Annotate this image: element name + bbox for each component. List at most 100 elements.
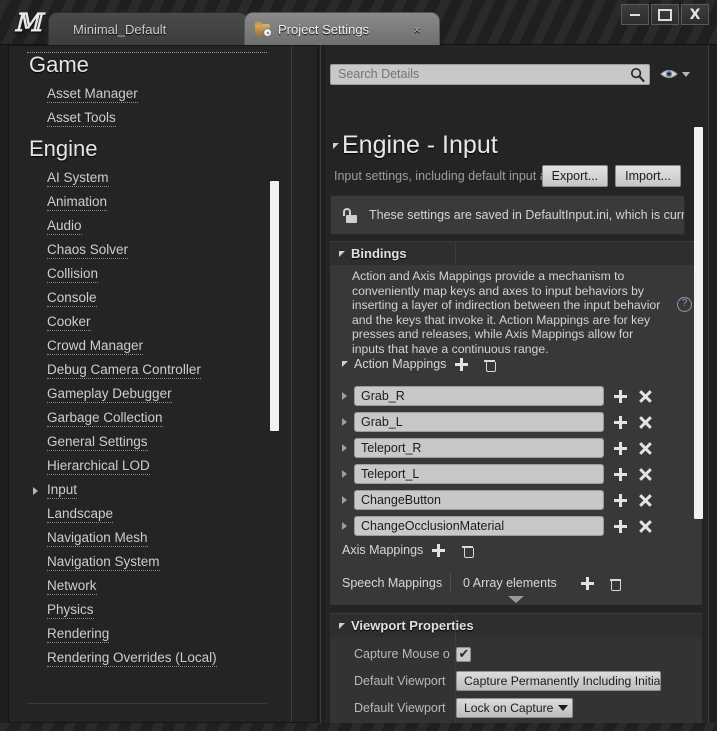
add-key-icon[interactable]	[614, 415, 627, 429]
collapse-triangle-icon[interactable]	[342, 361, 348, 367]
unlock-icon[interactable]	[343, 207, 357, 223]
viewport-mouse-capture-mode-dropdown[interactable]: Capture Permanently Including Initia	[456, 671, 661, 691]
section-header-viewport-properties[interactable]: Viewport Properties	[330, 613, 702, 637]
help-icon[interactable]: ?	[677, 297, 692, 312]
remove-mapping-icon[interactable]	[639, 442, 652, 455]
search-icon[interactable]	[630, 67, 645, 82]
sidebar-item-gameplay-debugger[interactable]: Gameplay Debugger	[9, 382, 281, 406]
sidebar-item-navigation-mesh[interactable]: Navigation Mesh	[9, 526, 281, 550]
add-key-icon[interactable]	[614, 467, 627, 481]
action-mapping-name-input[interactable]	[354, 412, 604, 432]
sidebar-item-garbage-collection[interactable]: Garbage Collection	[9, 406, 281, 430]
expand-triangle-icon[interactable]	[342, 496, 347, 504]
expand-triangle-icon[interactable]	[342, 470, 347, 478]
details-scrollbar[interactable]	[694, 127, 703, 519]
close-button[interactable]: X	[681, 4, 709, 25]
viewport-mouse-lock-mode-dropdown[interactable]: Lock on Capture	[456, 698, 574, 718]
column-divider	[455, 242, 456, 265]
sidebar-item-physics[interactable]: Physics	[9, 598, 281, 622]
tab-project-settings[interactable]: Project Settings ×	[244, 12, 440, 45]
action-mapping-name-input[interactable]	[354, 386, 604, 406]
remove-mapping-icon[interactable]	[639, 520, 652, 533]
action-mapping-name-input[interactable]	[354, 438, 604, 458]
sidebar-item-general-settings[interactable]: General Settings	[9, 430, 281, 454]
dropdown-value: Lock on Capture	[464, 701, 554, 715]
tab-close-icon[interactable]: ×	[413, 22, 421, 37]
sidebar-item-rendering-overrides-local[interactable]: Rendering Overrides (Local)	[9, 646, 281, 670]
expand-triangle-icon[interactable]	[342, 444, 347, 452]
sidebar-item-asset-tools[interactable]: Asset Tools	[9, 106, 281, 130]
delete-all-axis-mappings-icon[interactable]	[462, 544, 474, 558]
sidebar-scrollbar[interactable]	[270, 181, 279, 431]
dropdown-value: Capture Permanently Including Initia	[464, 674, 661, 688]
sidebar-item-console[interactable]: Console	[9, 286, 281, 310]
sidebar-group-engine: Engine	[29, 136, 98, 161]
import-button[interactable]: Import...	[615, 165, 681, 187]
minimize-button[interactable]	[621, 4, 649, 25]
sidebar-item-chaos-solver[interactable]: Chaos Solver	[9, 238, 281, 262]
property-row-default-viewport-mouse-lock: Default Viewport M Lock on Capture	[330, 695, 702, 721]
sidebar-item-label: Gameplay Debugger	[47, 386, 172, 403]
sidebar-item-hierarchical-lod[interactable]: Hierarchical LOD	[9, 454, 281, 478]
maximize-button[interactable]	[651, 4, 679, 25]
chevron-right-icon	[33, 487, 38, 495]
collapse-triangle-icon	[339, 250, 345, 257]
remove-mapping-icon[interactable]	[639, 390, 652, 403]
action-mapping-row	[342, 487, 672, 513]
pane-splitter[interactable]	[320, 45, 321, 723]
property-label: Default Viewport M	[354, 701, 450, 715]
expand-section-chevron-icon[interactable]	[508, 596, 524, 603]
collapse-triangle-icon[interactable]	[333, 142, 339, 149]
page-title: Engine - Input	[333, 131, 498, 160]
axis-mappings-label: Axis Mappings	[342, 543, 424, 557]
search-row	[330, 63, 702, 85]
sidebar-item-input[interactable]: Input	[9, 478, 281, 502]
delete-all-speech-mappings-icon[interactable]	[609, 577, 622, 591]
sidebar-item-animation[interactable]: Animation	[9, 190, 281, 214]
add-action-mapping-icon[interactable]	[455, 357, 469, 371]
section-header-bindings[interactable]: Bindings	[330, 241, 702, 265]
remove-mapping-icon[interactable]	[639, 494, 652, 507]
action-mapping-name-input[interactable]	[354, 464, 604, 484]
sidebar-item-label: Asset Tools	[47, 110, 116, 127]
expand-triangle-icon[interactable]	[342, 418, 347, 426]
tab-minimal-default[interactable]: Minimal_Default	[48, 12, 248, 45]
sidebar-item-crowd-manager[interactable]: Crowd Manager	[9, 334, 281, 358]
sidebar-item-label: Garbage Collection	[47, 410, 163, 427]
sidebar-scroll-area[interactable]: Game Asset Manager Asset Tools Engine AI…	[9, 46, 281, 722]
action-mapping-name-input[interactable]	[354, 516, 604, 536]
bindings-description: Action and Axis Mappings provide a mecha…	[352, 269, 661, 356]
chevron-down-icon[interactable]	[682, 71, 690, 77]
sidebar-item-rendering[interactable]: Rendering	[9, 622, 281, 646]
property-label: Default Viewport M	[354, 674, 450, 688]
add-key-icon[interactable]	[614, 493, 627, 507]
sidebar-item-navigation-system[interactable]: Navigation System	[9, 550, 281, 574]
sidebar-item-network[interactable]: Network	[9, 574, 281, 598]
add-speech-mapping-icon[interactable]	[580, 576, 594, 590]
axis-mappings-header: Axis Mappings	[342, 543, 474, 558]
add-key-icon[interactable]	[614, 441, 627, 455]
property-value: Capture Permanently Including Initia	[450, 671, 661, 691]
sidebar-item-debug-camera-controller[interactable]: Debug Camera Controller	[9, 358, 281, 382]
export-button[interactable]: Export...	[541, 165, 609, 187]
search-input[interactable]	[330, 63, 650, 85]
add-axis-mapping-icon[interactable]	[432, 543, 446, 557]
eye-icon[interactable]	[660, 67, 678, 81]
sidebar-item-ai-system[interactable]: AI System	[9, 166, 281, 190]
action-mapping-name-input[interactable]	[354, 490, 604, 510]
add-key-icon[interactable]	[614, 519, 627, 533]
sidebar-item-label: Rendering	[47, 626, 110, 643]
sidebar-item-landscape[interactable]: Landscape	[9, 502, 281, 526]
remove-mapping-icon[interactable]	[639, 416, 652, 429]
remove-mapping-icon[interactable]	[639, 468, 652, 481]
sidebar-item-audio[interactable]: Audio	[9, 214, 281, 238]
sidebar-item-asset-manager[interactable]: Asset Manager	[9, 82, 281, 106]
delete-all-action-mappings-icon[interactable]	[484, 358, 496, 372]
expand-triangle-icon[interactable]	[342, 392, 347, 400]
sidebar-item-collision[interactable]: Collision	[9, 262, 281, 286]
capture-mouse-checkbox[interactable]	[456, 646, 471, 662]
viewport-properties-body: Capture Mouse on L Default Viewport M Ca…	[330, 637, 702, 723]
sidebar-item-cooker[interactable]: Cooker	[9, 310, 281, 334]
expand-triangle-icon[interactable]	[342, 522, 347, 530]
add-key-icon[interactable]	[614, 389, 627, 403]
